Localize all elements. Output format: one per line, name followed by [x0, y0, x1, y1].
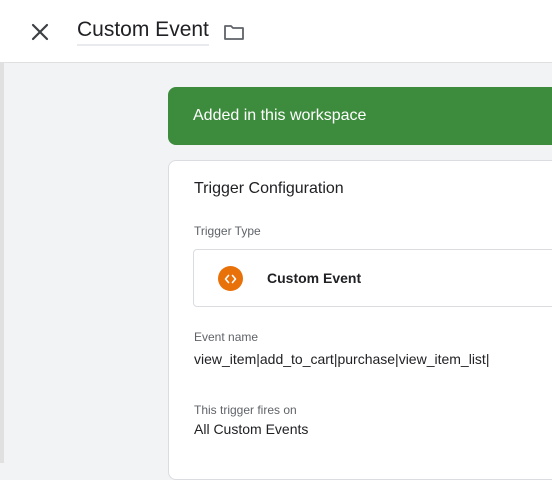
banner-text: Added in this workspace: [193, 107, 367, 124]
workspace-status-banner: Added in this workspace: [168, 87, 552, 145]
title-area: Custom Event: [77, 16, 245, 48]
header-bar: Custom Event: [0, 0, 552, 63]
custom-event-code-icon: [218, 266, 243, 291]
left-panel-edge: [0, 62, 4, 463]
trigger-type-selector[interactable]: Custom Event: [193, 249, 552, 307]
close-button[interactable]: [26, 18, 54, 46]
trigger-name-field[interactable]: Custom Event: [77, 18, 209, 46]
trigger-type-value: Custom Event: [267, 270, 362, 286]
trigger-configuration-card[interactable]: Trigger Configuration Trigger Type Custo…: [168, 160, 552, 480]
fires-on-label: This trigger fires on: [194, 403, 297, 417]
card-title: Trigger Configuration: [194, 180, 344, 197]
fires-on-value: All Custom Events: [194, 421, 309, 437]
event-name-label: Event name: [194, 330, 259, 344]
folder-button[interactable]: [223, 23, 245, 41]
event-name-value[interactable]: view_item|add_to_cart|purchase|view_item…: [194, 351, 489, 367]
trigger-type-label: Trigger Type: [194, 224, 261, 238]
folder-icon: [223, 25, 244, 40]
close-icon: [31, 23, 49, 41]
